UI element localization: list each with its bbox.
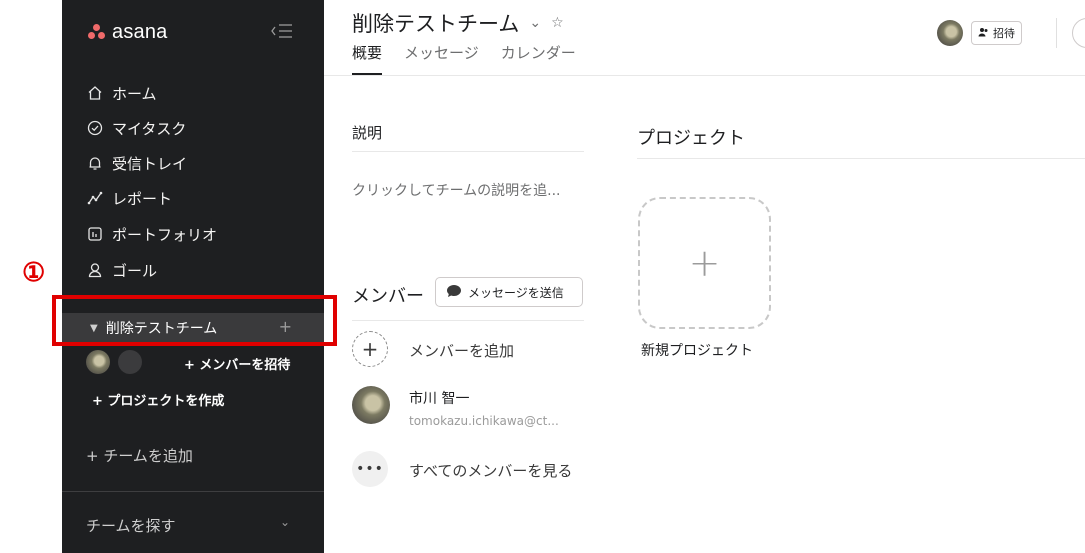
avatar[interactable] (86, 350, 110, 374)
sidebar-item-label: ポートフォリオ (112, 225, 218, 244)
asana-logo-icon (88, 24, 106, 40)
sidebar-item-label: ゴール (112, 261, 158, 280)
sidebar-item-label: マイタスク (112, 119, 187, 138)
sidebar-item-label: ホーム (112, 84, 157, 103)
asana-logo[interactable]: asana (88, 20, 168, 44)
add-member-link[interactable]: メンバーを追加 (409, 340, 514, 361)
bell-icon (86, 154, 104, 172)
more-icon[interactable]: ••• (352, 451, 388, 487)
avatar[interactable] (352, 386, 390, 424)
invite-member-link[interactable]: + メンバーを招待 (184, 354, 290, 373)
home-icon (86, 84, 104, 102)
members-heading: メンバー (352, 286, 424, 307)
tab-bar: 概要 メッセージ カレンダー (352, 42, 576, 75)
divider (1056, 18, 1057, 48)
portfolio-icon (86, 225, 104, 243)
speech-bubble-icon (446, 284, 462, 301)
send-message-label: メッセージを送信 (468, 285, 564, 300)
chart-line-icon (86, 189, 104, 207)
sidebar-item-my-tasks[interactable]: マイタスク (86, 114, 186, 142)
invite-label: 招待 (993, 27, 1015, 40)
plus-icon: + (688, 241, 721, 285)
annotation-number: ① (22, 258, 46, 288)
avatar[interactable] (937, 20, 963, 46)
sidebar-item-inbox[interactable]: 受信トレイ (86, 149, 187, 177)
highlight-box (52, 295, 337, 346)
sidebar-item-label: 受信トレイ (112, 154, 188, 173)
projects-heading: プロジェクト (637, 128, 745, 149)
divider (324, 75, 1085, 76)
avatar[interactable] (118, 350, 142, 374)
tab-overview[interactable]: 概要 (352, 42, 383, 75)
sidebar: asana ホーム マイタスク 受信トレイ レポート ポートフォリオ ゴール ▼… (62, 0, 324, 553)
sidebar-item-label: レポート (112, 189, 173, 208)
sidebar-item-portfolios[interactable]: ポートフォリオ (86, 220, 217, 248)
page-title: 削除テストチーム ⌄ ☆ (352, 8, 564, 38)
add-team-link[interactable]: + チームを追加 (86, 445, 193, 466)
team-title-text: 削除テストチーム (352, 12, 520, 36)
divider (62, 491, 324, 492)
member-name[interactable]: 市川 智一 (409, 388, 469, 408)
team-member-avatars (86, 350, 142, 374)
chevron-down-icon[interactable]: ⌄ (280, 515, 290, 529)
find-team-link[interactable]: チームを探す (86, 515, 176, 536)
sidebar-item-home[interactable]: ホーム (86, 79, 157, 107)
sidebar-item-goals[interactable]: ゴール (86, 256, 157, 284)
person-goal-icon (86, 261, 104, 279)
create-project-link[interactable]: + プロジェクトを作成 (92, 390, 224, 409)
send-message-button[interactable]: メッセージを送信 (435, 277, 583, 307)
people-icon (978, 27, 989, 40)
logo-text: asana (112, 20, 168, 43)
divider (637, 158, 1085, 159)
invite-button[interactable]: 招待 (971, 21, 1022, 45)
new-project-label[interactable]: 新規プロジェクト (641, 340, 753, 360)
description-heading: 説明 (352, 124, 383, 142)
divider (352, 320, 584, 321)
chevron-down-icon[interactable]: ⌄ (529, 15, 541, 31)
collapse-sidebar-icon[interactable] (270, 22, 298, 42)
new-project-tile[interactable]: + (638, 197, 771, 329)
member-email: tomokazu.ichikawa@ct... (409, 414, 559, 428)
tab-calendar[interactable]: カレンダー (501, 42, 576, 75)
sidebar-item-reports[interactable]: レポート (86, 184, 172, 212)
add-member-icon[interactable]: + (352, 331, 388, 367)
header-circle-button[interactable] (1072, 18, 1085, 48)
check-circle-icon (86, 119, 104, 137)
tab-messages[interactable]: メッセージ (404, 42, 479, 75)
description-input[interactable]: クリックしてチームの説明を追... (352, 180, 561, 200)
see-all-members-link[interactable]: すべてのメンバーを見る (409, 460, 572, 481)
divider (352, 151, 584, 152)
star-icon[interactable]: ☆ (551, 15, 564, 31)
